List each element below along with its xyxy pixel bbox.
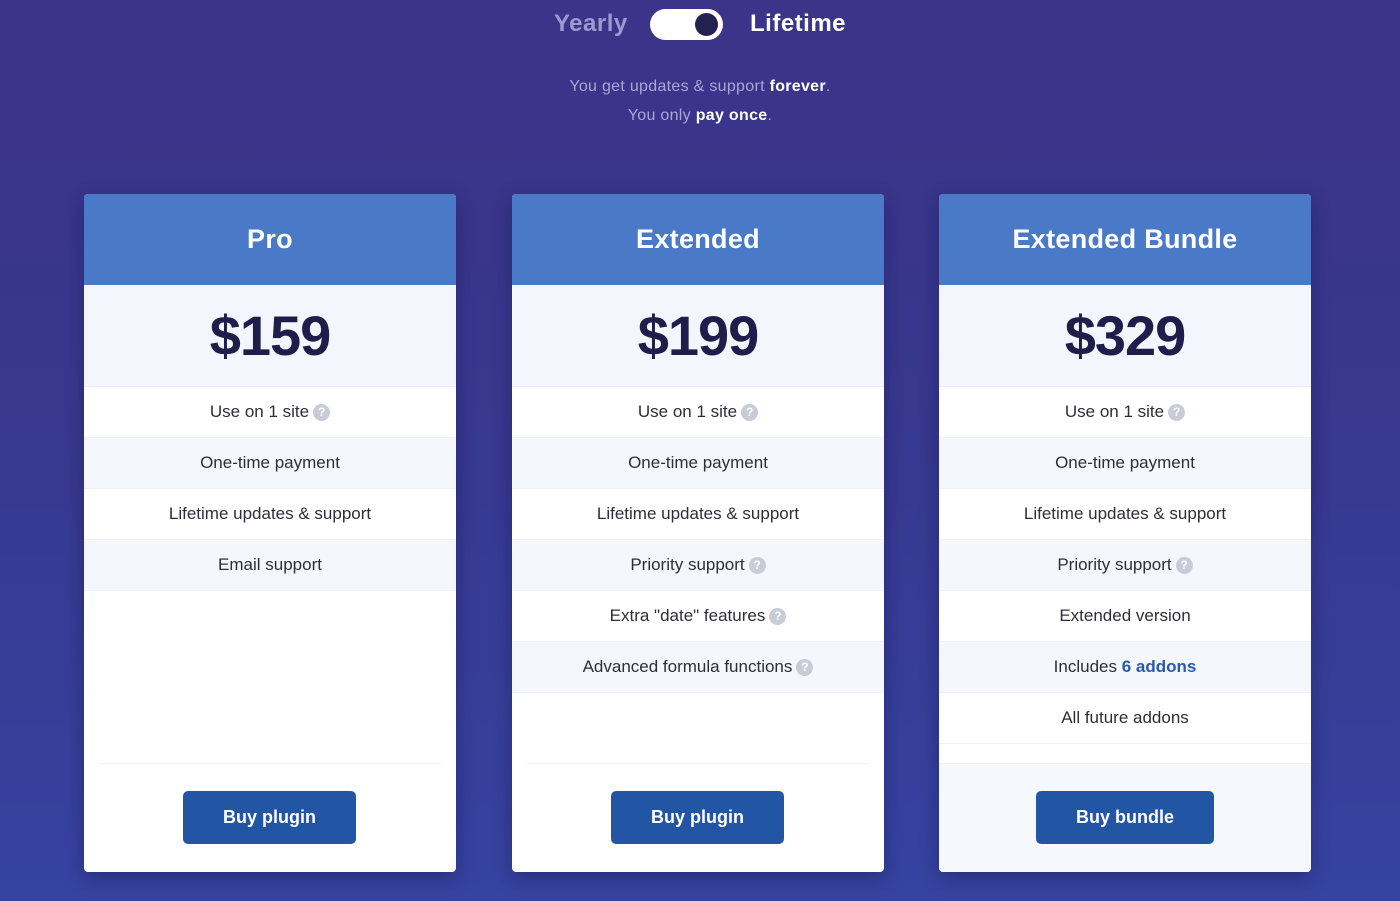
feature-row: Use on 1 site? bbox=[512, 387, 884, 438]
card-footer: Buy plugin bbox=[527, 763, 869, 872]
help-icon[interactable]: ? bbox=[313, 404, 331, 421]
tagline-updates: You get updates & support forever. bbox=[0, 78, 1400, 96]
feature-text: Extended version bbox=[1059, 606, 1191, 625]
addons-link[interactable]: 6 addons bbox=[1122, 657, 1197, 676]
tagline-punct: . bbox=[767, 107, 773, 124]
card-footer: Buy bundle bbox=[939, 763, 1311, 872]
feature-row: Lifetime updates & support bbox=[512, 489, 884, 540]
help-icon[interactable]: ? bbox=[748, 557, 766, 574]
plan-card-extended: Extended $199 Use on 1 site? One-time pay… bbox=[512, 194, 884, 872]
feature-list: Use on 1 site? One-time payment Lifetime u… bbox=[512, 387, 884, 693]
help-icon[interactable]: ? bbox=[1175, 557, 1193, 574]
buy-bundle-button[interactable]: Buy bundle bbox=[1036, 791, 1214, 844]
feature-row: Email support bbox=[84, 540, 456, 591]
feature-text: All future addons bbox=[1061, 708, 1189, 727]
feature-text: One-time payment bbox=[628, 453, 768, 472]
feature-text: Lifetime updates & support bbox=[168, 504, 372, 523]
feature-text: Use on 1 site bbox=[209, 402, 310, 421]
feature-text: Lifetime updates & support bbox=[1023, 504, 1227, 523]
feature-row: One-time payment bbox=[84, 438, 456, 489]
lifetime-label[interactable]: Lifetime bbox=[750, 10, 846, 38]
feature-text: Lifetime updates & support bbox=[596, 504, 800, 523]
switch-knob bbox=[695, 13, 718, 36]
feature-text: Use on 1 site bbox=[637, 402, 738, 421]
buy-plugin-button[interactable]: Buy plugin bbox=[611, 791, 784, 844]
help-icon[interactable]: ? bbox=[769, 608, 787, 625]
help-icon[interactable]: ? bbox=[741, 404, 759, 421]
feature-list: Use on 1 site? One-time payment Lifetime u… bbox=[84, 387, 456, 591]
billing-period-switch[interactable] bbox=[650, 9, 723, 40]
feature-text: Priority support bbox=[630, 555, 745, 574]
feature-row: Extended version bbox=[939, 591, 1311, 642]
buy-plugin-button[interactable]: Buy plugin bbox=[183, 791, 356, 844]
feature-list: Use on 1 site? One-time payment Lifetime u… bbox=[939, 387, 1311, 744]
feature-row: Priority support? bbox=[512, 540, 884, 591]
tagline-text: You get updates & support bbox=[569, 78, 770, 95]
feature-text: Includes bbox=[1053, 657, 1122, 676]
plan-price: $199 bbox=[512, 285, 884, 387]
card-footer: Buy plugin bbox=[99, 763, 441, 872]
plan-price: $329 bbox=[939, 285, 1311, 387]
feature-row: Use on 1 site? bbox=[84, 387, 456, 438]
feature-text: One-time payment bbox=[200, 453, 340, 472]
feature-text: Advanced formula functions bbox=[582, 657, 793, 676]
feature-row: Extra "date" features? bbox=[512, 591, 884, 642]
tagline-text: You only bbox=[627, 107, 696, 124]
tagline-payment: You only pay once. bbox=[0, 107, 1400, 125]
yearly-label[interactable]: Yearly bbox=[554, 10, 628, 38]
feature-row: All future addons bbox=[939, 693, 1311, 744]
feature-row: Lifetime updates & support bbox=[939, 489, 1311, 540]
feature-row: Use on 1 site? bbox=[939, 387, 1311, 438]
tagline-punct: . bbox=[825, 78, 831, 95]
feature-row: One-time payment bbox=[512, 438, 884, 489]
feature-text: Priority support bbox=[1057, 555, 1172, 574]
billing-toggle: Yearly Lifetime bbox=[0, 6, 1400, 44]
plan-name: Extended bbox=[512, 194, 884, 285]
plan-card-extended-bundle: Extended Bundle $329 Use on 1 site? One-t… bbox=[939, 194, 1311, 872]
feature-text: Extra "date" features bbox=[609, 606, 766, 625]
feature-text: Use on 1 site bbox=[1064, 402, 1165, 421]
plan-name: Extended Bundle bbox=[939, 194, 1311, 285]
plan-card-pro: Pro $159 Use on 1 site? One-time payment L… bbox=[84, 194, 456, 872]
tagline-emphasis: pay once bbox=[695, 107, 768, 124]
feature-text: Email support bbox=[218, 555, 322, 574]
help-icon[interactable]: ? bbox=[1168, 404, 1186, 421]
tagline-emphasis: forever bbox=[769, 78, 826, 95]
plan-name: Pro bbox=[84, 194, 456, 285]
feature-row: Priority support? bbox=[939, 540, 1311, 591]
feature-row: Advanced formula functions? bbox=[512, 642, 884, 693]
feature-row: One-time payment bbox=[939, 438, 1311, 489]
plan-price: $159 bbox=[84, 285, 456, 387]
feature-row: Includes 6 addons bbox=[939, 642, 1311, 693]
feature-row: Lifetime updates & support bbox=[84, 489, 456, 540]
feature-text: One-time payment bbox=[1055, 453, 1195, 472]
help-icon[interactable]: ? bbox=[796, 659, 814, 676]
